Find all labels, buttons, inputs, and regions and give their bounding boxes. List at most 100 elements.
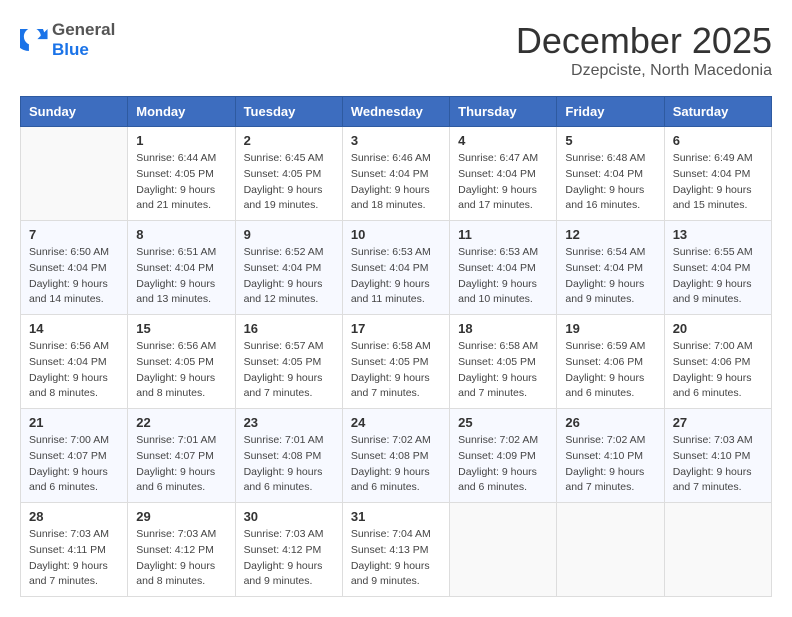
sunset: Sunset: 4:04 PM xyxy=(458,262,536,274)
calendar-cell: 20 Sunrise: 7:00 AM Sunset: 4:06 PM Dayl… xyxy=(664,315,771,409)
sunset: Sunset: 4:04 PM xyxy=(29,356,107,368)
weekday-header-monday: Monday xyxy=(128,97,235,127)
sunrise: Sunrise: 6:48 AM xyxy=(565,152,645,164)
daylight: Daylight: 9 hours and 19 minutes. xyxy=(244,184,323,212)
day-number: 5 xyxy=(565,133,655,148)
day-info: Sunrise: 6:49 AM Sunset: 4:04 PM Dayligh… xyxy=(673,151,763,214)
calendar-cell: 4 Sunrise: 6:47 AM Sunset: 4:04 PM Dayli… xyxy=(450,127,557,221)
day-info: Sunrise: 6:53 AM Sunset: 4:04 PM Dayligh… xyxy=(351,245,441,308)
day-number: 19 xyxy=(565,321,655,336)
sunrise: Sunrise: 6:53 AM xyxy=(458,246,538,258)
day-number: 14 xyxy=(29,321,119,336)
daylight: Daylight: 9 hours and 10 minutes. xyxy=(458,278,537,306)
sunrise: Sunrise: 7:03 AM xyxy=(136,528,216,540)
calendar-cell: 24 Sunrise: 7:02 AM Sunset: 4:08 PM Dayl… xyxy=(342,409,449,503)
daylight: Daylight: 9 hours and 8 minutes. xyxy=(136,560,215,588)
sunrise: Sunrise: 6:44 AM xyxy=(136,152,216,164)
sunset: Sunset: 4:04 PM xyxy=(673,262,751,274)
day-info: Sunrise: 6:45 AM Sunset: 4:05 PM Dayligh… xyxy=(244,151,334,214)
sunrise: Sunrise: 7:02 AM xyxy=(565,434,645,446)
calendar-cell: 9 Sunrise: 6:52 AM Sunset: 4:04 PM Dayli… xyxy=(235,221,342,315)
sunset: Sunset: 4:10 PM xyxy=(673,450,751,462)
daylight: Daylight: 9 hours and 7 minutes. xyxy=(351,372,430,400)
calendar-cell: 6 Sunrise: 6:49 AM Sunset: 4:04 PM Dayli… xyxy=(664,127,771,221)
sunrise: Sunrise: 6:49 AM xyxy=(673,152,753,164)
sunset: Sunset: 4:12 PM xyxy=(136,544,214,556)
weekday-header-friday: Friday xyxy=(557,97,664,127)
week-row-3: 14 Sunrise: 6:56 AM Sunset: 4:04 PM Dayl… xyxy=(21,315,772,409)
day-number: 4 xyxy=(458,133,548,148)
sunset: Sunset: 4:04 PM xyxy=(565,168,643,180)
sunset: Sunset: 4:06 PM xyxy=(673,356,751,368)
weekday-header-tuesday: Tuesday xyxy=(235,97,342,127)
sunset: Sunset: 4:04 PM xyxy=(351,262,429,274)
logo-icon xyxy=(20,29,48,51)
calendar-cell: 8 Sunrise: 6:51 AM Sunset: 4:04 PM Dayli… xyxy=(128,221,235,315)
sunrise: Sunrise: 6:56 AM xyxy=(136,340,216,352)
calendar-cell: 21 Sunrise: 7:00 AM Sunset: 4:07 PM Dayl… xyxy=(21,409,128,503)
sunrise: Sunrise: 6:52 AM xyxy=(244,246,324,258)
sunrise: Sunrise: 6:56 AM xyxy=(29,340,109,352)
day-info: Sunrise: 7:01 AM Sunset: 4:08 PM Dayligh… xyxy=(244,433,334,496)
day-info: Sunrise: 7:04 AM Sunset: 4:13 PM Dayligh… xyxy=(351,527,441,590)
day-number: 28 xyxy=(29,509,119,524)
day-info: Sunrise: 7:03 AM Sunset: 4:12 PM Dayligh… xyxy=(136,527,226,590)
daylight: Daylight: 9 hours and 9 minutes. xyxy=(565,278,644,306)
sunset: Sunset: 4:04 PM xyxy=(136,262,214,274)
day-info: Sunrise: 6:56 AM Sunset: 4:05 PM Dayligh… xyxy=(136,339,226,402)
weekday-header-sunday: Sunday xyxy=(21,97,128,127)
daylight: Daylight: 9 hours and 16 minutes. xyxy=(565,184,644,212)
day-info: Sunrise: 6:58 AM Sunset: 4:05 PM Dayligh… xyxy=(458,339,548,402)
sunset: Sunset: 4:05 PM xyxy=(244,356,322,368)
sunset: Sunset: 4:05 PM xyxy=(136,356,214,368)
sunrise: Sunrise: 6:45 AM xyxy=(244,152,324,164)
sunset: Sunset: 4:13 PM xyxy=(351,544,429,556)
calendar-cell: 25 Sunrise: 7:02 AM Sunset: 4:09 PM Dayl… xyxy=(450,409,557,503)
logo-general: General xyxy=(52,20,115,40)
day-info: Sunrise: 6:57 AM Sunset: 4:05 PM Dayligh… xyxy=(244,339,334,402)
sunrise: Sunrise: 6:55 AM xyxy=(673,246,753,258)
day-info: Sunrise: 6:59 AM Sunset: 4:06 PM Dayligh… xyxy=(565,339,655,402)
calendar-cell: 17 Sunrise: 6:58 AM Sunset: 4:05 PM Dayl… xyxy=(342,315,449,409)
sunrise: Sunrise: 6:46 AM xyxy=(351,152,431,164)
day-info: Sunrise: 6:44 AM Sunset: 4:05 PM Dayligh… xyxy=(136,151,226,214)
sunrise: Sunrise: 6:58 AM xyxy=(458,340,538,352)
calendar-cell: 28 Sunrise: 7:03 AM Sunset: 4:11 PM Dayl… xyxy=(21,503,128,597)
day-info: Sunrise: 6:46 AM Sunset: 4:04 PM Dayligh… xyxy=(351,151,441,214)
day-number: 6 xyxy=(673,133,763,148)
sunset: Sunset: 4:04 PM xyxy=(565,262,643,274)
week-row-4: 21 Sunrise: 7:00 AM Sunset: 4:07 PM Dayl… xyxy=(21,409,772,503)
calendar-cell: 15 Sunrise: 6:56 AM Sunset: 4:05 PM Dayl… xyxy=(128,315,235,409)
day-number: 11 xyxy=(458,227,548,242)
sunset: Sunset: 4:07 PM xyxy=(136,450,214,462)
day-number: 24 xyxy=(351,415,441,430)
month-title: December 2025 xyxy=(516,20,772,62)
day-info: Sunrise: 7:03 AM Sunset: 4:10 PM Dayligh… xyxy=(673,433,763,496)
sunrise: Sunrise: 6:47 AM xyxy=(458,152,538,164)
sunset: Sunset: 4:11 PM xyxy=(29,544,106,556)
calendar-cell: 19 Sunrise: 6:59 AM Sunset: 4:06 PM Dayl… xyxy=(557,315,664,409)
calendar-cell: 23 Sunrise: 7:01 AM Sunset: 4:08 PM Dayl… xyxy=(235,409,342,503)
day-info: Sunrise: 7:02 AM Sunset: 4:09 PM Dayligh… xyxy=(458,433,548,496)
daylight: Daylight: 9 hours and 7 minutes. xyxy=(673,466,752,494)
calendar-table: SundayMondayTuesdayWednesdayThursdayFrid… xyxy=(20,96,772,597)
calendar-cell: 12 Sunrise: 6:54 AM Sunset: 4:04 PM Dayl… xyxy=(557,221,664,315)
week-row-5: 28 Sunrise: 7:03 AM Sunset: 4:11 PM Dayl… xyxy=(21,503,772,597)
sunset: Sunset: 4:04 PM xyxy=(458,168,536,180)
weekday-header-wednesday: Wednesday xyxy=(342,97,449,127)
daylight: Daylight: 9 hours and 7 minutes. xyxy=(458,372,537,400)
title-block: December 2025 Dzepciste, North Macedonia xyxy=(516,20,772,80)
day-number: 8 xyxy=(136,227,226,242)
sunset: Sunset: 4:10 PM xyxy=(565,450,643,462)
calendar-cell: 29 Sunrise: 7:03 AM Sunset: 4:12 PM Dayl… xyxy=(128,503,235,597)
day-info: Sunrise: 7:00 AM Sunset: 4:06 PM Dayligh… xyxy=(673,339,763,402)
calendar-cell xyxy=(450,503,557,597)
sunset: Sunset: 4:09 PM xyxy=(458,450,536,462)
daylight: Daylight: 9 hours and 6 minutes. xyxy=(351,466,430,494)
day-number: 17 xyxy=(351,321,441,336)
daylight: Daylight: 9 hours and 6 minutes. xyxy=(458,466,537,494)
day-info: Sunrise: 6:54 AM Sunset: 4:04 PM Dayligh… xyxy=(565,245,655,308)
daylight: Daylight: 9 hours and 6 minutes. xyxy=(29,466,108,494)
calendar-cell: 27 Sunrise: 7:03 AM Sunset: 4:10 PM Dayl… xyxy=(664,409,771,503)
daylight: Daylight: 9 hours and 11 minutes. xyxy=(351,278,430,306)
